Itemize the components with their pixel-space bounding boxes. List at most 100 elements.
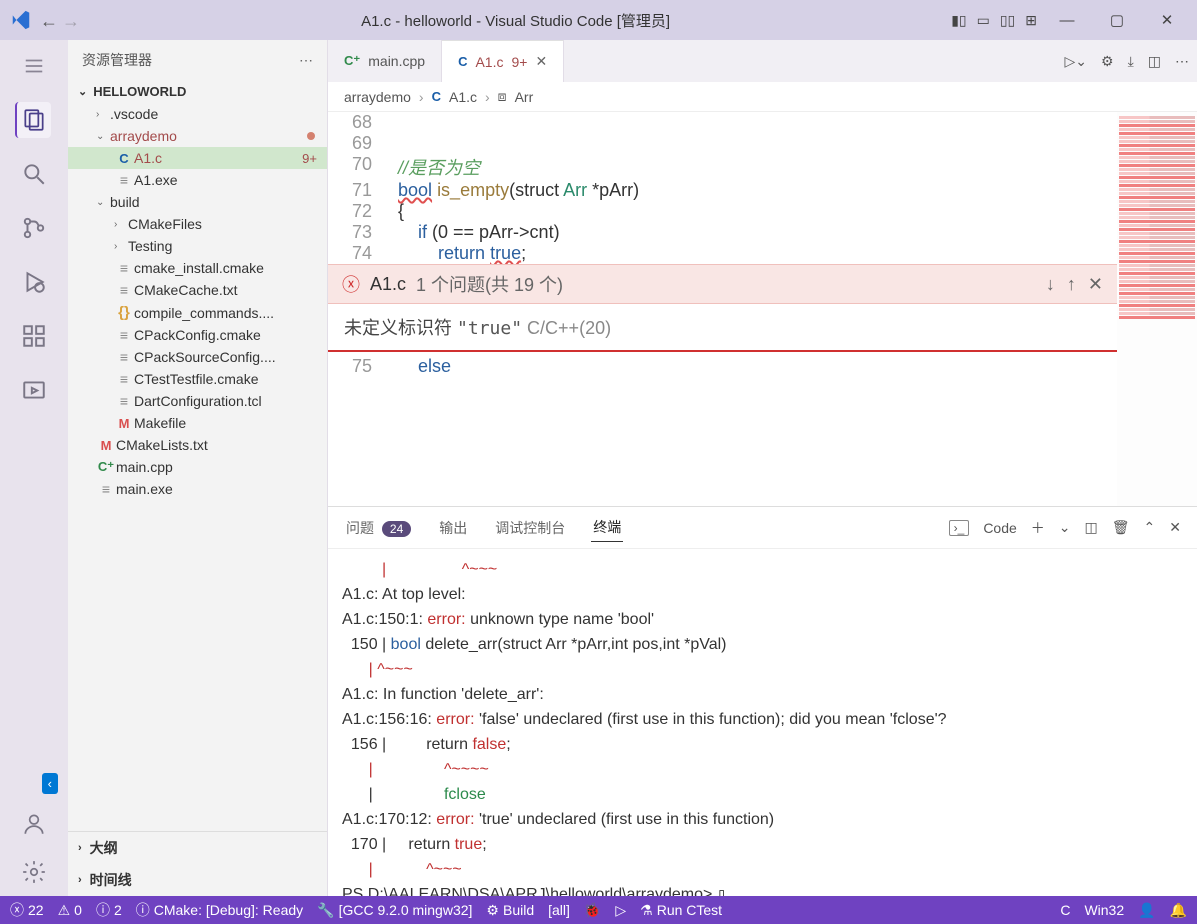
item-label: build: [110, 194, 140, 210]
status-ctest[interactable]: ⚗ Run CTest: [640, 902, 722, 919]
terminal-profile[interactable]: Code: [983, 520, 1016, 536]
crumb-symbol[interactable]: Arr: [515, 89, 534, 105]
status-target[interactable]: [all]: [548, 902, 570, 918]
extensions-icon[interactable]: [16, 318, 52, 354]
status-bell-icon[interactable]: 🔔: [1170, 902, 1187, 919]
file-item[interactable]: {}compile_commands....: [68, 301, 327, 324]
file-item[interactable]: MCMakeLists.txt: [68, 434, 327, 456]
status-kit[interactable]: 🔧 [GCC 9.2.0 mingw32]: [317, 902, 472, 919]
file-icon: M: [96, 438, 116, 453]
account-icon[interactable]: [16, 806, 52, 842]
file-item[interactable]: C⁺main.cpp: [68, 456, 327, 478]
layout-left-icon[interactable]: ▮▯: [951, 12, 966, 29]
file-icon: M: [114, 416, 134, 431]
status-run[interactable]: ▷: [615, 902, 626, 919]
collapse-panel-button[interactable]: ‹: [42, 773, 58, 794]
folder-item[interactable]: ›CMakeFiles: [68, 213, 327, 235]
source-control-icon[interactable]: [16, 210, 52, 246]
breadcrumb[interactable]: arraydemo › C A1.c › ⧈ Arr: [328, 82, 1197, 112]
file-item[interactable]: ≡DartConfiguration.tcl: [68, 390, 327, 412]
file-item[interactable]: CA1.c9+: [68, 147, 327, 169]
split-editor-icon[interactable]: ◫: [1148, 53, 1161, 70]
panel-maximize-icon[interactable]: ⌃: [1144, 519, 1156, 536]
timeline-header[interactable]: ›时间线: [68, 864, 327, 896]
file-item[interactable]: ≡CPackConfig.cmake: [68, 324, 327, 346]
tab-output[interactable]: 输出: [437, 514, 469, 542]
file-item[interactable]: ≡CTestTestfile.cmake: [68, 368, 327, 390]
settings-gear-icon[interactable]: [16, 854, 52, 890]
menu-icon[interactable]: [16, 48, 52, 84]
crumb-folder[interactable]: arraydemo: [344, 89, 411, 105]
explorer-icon[interactable]: [15, 102, 51, 138]
tab-main-cpp[interactable]: C⁺ main.cpp: [328, 40, 442, 82]
debug-icon[interactable]: [16, 264, 52, 300]
status-debug[interactable]: 🐞: [584, 902, 601, 919]
file-item[interactable]: MMakefile: [68, 412, 327, 434]
file-item[interactable]: ≡main.exe: [68, 478, 327, 500]
status-cmake[interactable]: ⓘ CMake: [Debug]: Ready: [136, 900, 303, 920]
item-label: arraydemo: [110, 128, 177, 144]
search-icon[interactable]: [16, 156, 52, 192]
problem-prev-icon[interactable]: ↑: [1067, 274, 1076, 295]
terminal-dropdown-icon[interactable]: ⌄: [1059, 519, 1071, 536]
kill-terminal-icon[interactable]: 🗑: [1112, 519, 1130, 536]
folder-item[interactable]: ⌄arraydemo: [68, 125, 327, 147]
file-item[interactable]: ≡CPackSourceConfig....: [68, 346, 327, 368]
item-label: CPackSourceConfig....: [134, 349, 276, 365]
tab-terminal[interactable]: 终端: [591, 513, 623, 542]
minimap[interactable]: [1117, 112, 1197, 506]
new-terminal-icon[interactable]: ＋: [1031, 518, 1045, 538]
status-lang[interactable]: C: [1060, 902, 1070, 918]
folder-item[interactable]: ›.vscode: [68, 103, 327, 125]
chevron-icon: ›: [114, 219, 128, 230]
item-label: DartConfiguration.tcl: [134, 393, 262, 409]
item-label: main.cpp: [116, 459, 173, 475]
close-tab-icon[interactable]: ✕: [535, 53, 547, 70]
file-tree: ›.vscode⌄arraydemoCA1.c9+≡A1.exe⌄build›C…: [68, 103, 327, 831]
status-arch[interactable]: Win32: [1084, 902, 1124, 918]
item-label: CTestTestfile.cmake: [134, 371, 258, 387]
back-icon[interactable]: ←: [40, 11, 58, 29]
explorer-title: 资源管理器: [82, 50, 299, 70]
problem-close-icon[interactable]: ✕: [1088, 274, 1103, 295]
gear-icon[interactable]: ⚙: [1101, 53, 1114, 70]
title-arrows: ← →: [40, 11, 80, 29]
close-window-button[interactable]: ✕: [1147, 11, 1187, 29]
compare-icon[interactable]: ⤓: [1128, 53, 1134, 70]
project-icon[interactable]: [16, 372, 52, 408]
customize-layout-icon[interactable]: ⊞: [1025, 12, 1037, 29]
forward-icon[interactable]: →: [62, 11, 80, 29]
more-icon[interactable]: ⋯: [1175, 53, 1189, 70]
terminal-launch-icon[interactable]: ›_: [949, 520, 970, 536]
file-item[interactable]: ≡A1.exe: [68, 169, 327, 191]
file-icon: {}: [114, 304, 134, 321]
problem-next-icon[interactable]: ↓: [1046, 274, 1055, 295]
tab-problems[interactable]: 问题 24: [344, 514, 413, 542]
run-button[interactable]: ▷⌄: [1065, 53, 1088, 70]
status-errors[interactable]: ⓧ 22: [10, 900, 44, 920]
file-item[interactable]: ≡CMakeCache.txt: [68, 279, 327, 301]
crumb-file[interactable]: A1.c: [449, 89, 477, 105]
code-editor[interactable]: 68 69 70 //是否为空 71 bool is_empty(struct …: [328, 112, 1197, 506]
status-build[interactable]: ⚙ Build: [486, 902, 534, 919]
item-label: main.exe: [116, 481, 173, 497]
layout-bottom-icon[interactable]: ▭: [977, 12, 990, 29]
split-terminal-icon[interactable]: ◫: [1085, 519, 1098, 536]
status-info[interactable]: ⓘ 2: [96, 900, 122, 920]
tab-debug-console[interactable]: 调试控制台: [493, 514, 567, 542]
tab-a1-c[interactable]: C A1.c 9+ ✕: [442, 40, 564, 82]
project-root[interactable]: ⌄ HELLOWORLD: [68, 80, 327, 103]
vscode-icon: [10, 9, 32, 31]
folder-item[interactable]: ⌄build: [68, 191, 327, 213]
maximize-button[interactable]: ▢: [1097, 11, 1137, 29]
minimize-button[interactable]: —: [1047, 12, 1087, 29]
outline-header[interactable]: ›大纲: [68, 832, 327, 864]
explorer-more-icon[interactable]: ⋯: [299, 52, 313, 69]
status-warnings[interactable]: ⚠ 0: [58, 902, 82, 919]
file-item[interactable]: ≡cmake_install.cmake: [68, 257, 327, 279]
panel-close-icon[interactable]: ✕: [1169, 519, 1181, 536]
folder-item[interactable]: ›Testing: [68, 235, 327, 257]
terminal-output[interactable]: | ^~~~ A1.c: At top level: A1.c:150:1: e…: [328, 549, 1197, 896]
status-user-icon[interactable]: 👤: [1138, 902, 1155, 919]
layout-right-icon[interactable]: ▯▯: [1000, 12, 1015, 29]
